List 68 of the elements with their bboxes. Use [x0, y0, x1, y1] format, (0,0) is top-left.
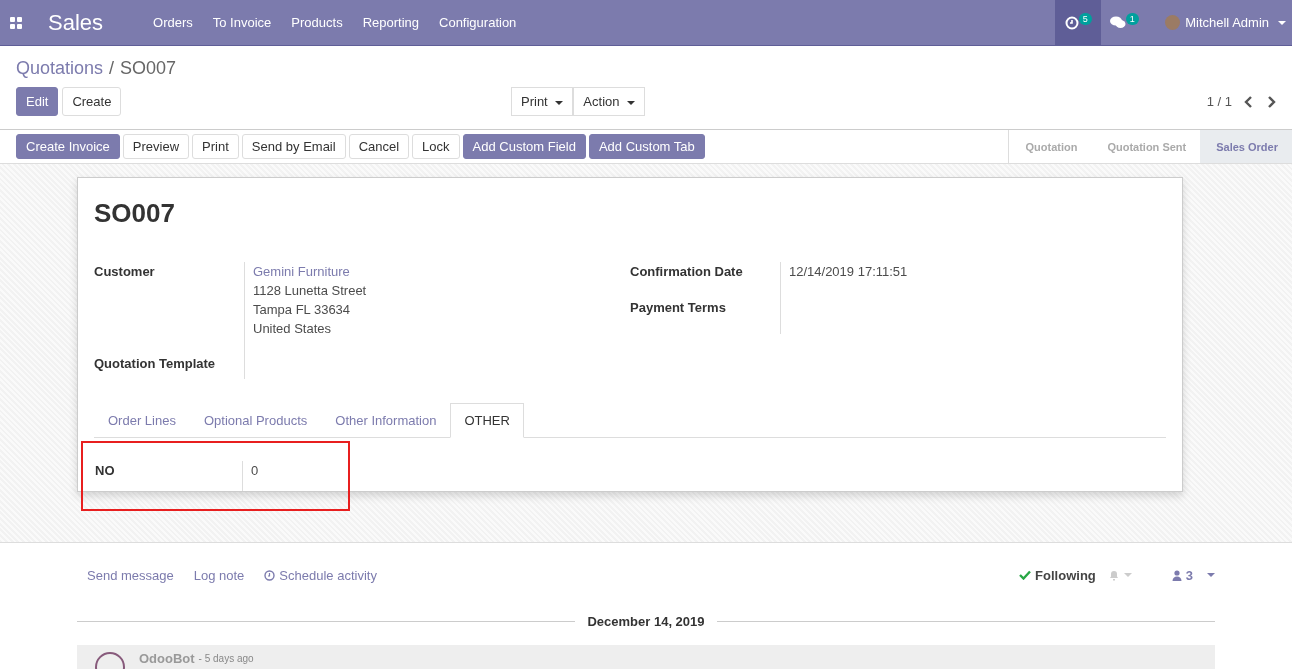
header-button[interactable]: Send by Email	[241, 134, 346, 159]
date-separator: December 14, 2019	[587, 614, 705, 629]
check-icon	[1019, 570, 1032, 580]
clock-icon	[264, 569, 276, 581]
field-label: Customer	[94, 263, 156, 281]
followers-button[interactable]: 3	[1171, 567, 1193, 583]
person-icon	[1171, 569, 1182, 581]
message-author: OdooBot	[139, 652, 195, 666]
breadcrumb-separator: /	[109, 58, 115, 78]
menu-item[interactable]: Configuration	[429, 15, 527, 30]
header-button[interactable]: Lock	[412, 134, 460, 159]
breadcrumb-link[interactable]: Quotations	[16, 58, 104, 78]
field-value: 0	[251, 463, 259, 478]
control-button[interactable]: Create	[62, 87, 122, 116]
field-label: Quotation Template	[94, 355, 217, 373]
caret-icon	[627, 100, 636, 105]
status-stage[interactable]: Quotation Sent	[1091, 130, 1201, 163]
notebook-tab[interactable]: Optional Products	[189, 403, 322, 438]
next-icon[interactable]	[1266, 95, 1276, 108]
menu-item[interactable]: Reporting	[352, 15, 429, 30]
menu-item[interactable]: Orders	[143, 15, 203, 30]
activity-button[interactable]: 5	[1055, 0, 1102, 45]
clock-icon	[1064, 15, 1079, 30]
notebook-tab[interactable]: Other Information	[321, 403, 451, 438]
notebook-tab[interactable]: Order Lines	[94, 403, 190, 438]
caret-icon	[1207, 573, 1215, 577]
breadcrumb-current: SO007	[120, 58, 177, 78]
caret-icon	[1278, 20, 1286, 25]
status-stage[interactable]: Quotation	[1009, 130, 1092, 163]
user-menu[interactable]: Mitchell Admin	[1147, 15, 1292, 30]
field-label: Payment Terms	[630, 299, 727, 317]
caret-icon	[555, 100, 564, 105]
record-title: SO007	[94, 198, 176, 228]
app-title: Sales	[48, 9, 104, 36]
avatar-icon	[1165, 15, 1181, 30]
address-line: Tampa FL 33634	[253, 301, 352, 319]
menu-item[interactable]: Products	[281, 15, 353, 30]
address-line: United States	[253, 320, 333, 338]
dropdown-button[interactable]: Action	[573, 87, 646, 116]
address-line: 1128 Lunetta Street	[253, 282, 367, 300]
header-button[interactable]: Add Custom Field	[462, 134, 586, 159]
header-button[interactable]: Add Custom Tab	[588, 134, 705, 159]
apps-grid-icon[interactable]	[10, 16, 22, 29]
menu-item[interactable]: To Invoice	[202, 15, 282, 30]
control-button[interactable]: Edit	[16, 87, 59, 116]
caret-icon	[1123, 573, 1132, 577]
chatter-action[interactable]: Log note	[193, 567, 245, 583]
messages-button[interactable]: 1	[1101, 0, 1148, 45]
field-label: NO	[95, 462, 116, 480]
header-button[interactable]: Cancel	[348, 134, 410, 159]
field-label: Confirmation Date	[630, 263, 744, 281]
message-time: - 5 days ago	[198, 652, 254, 666]
customer-link[interactable]: Gemini Furniture	[253, 262, 367, 281]
notebook-tab[interactable]: OTHER	[450, 403, 524, 438]
chat-bubbles-icon	[1109, 16, 1126, 29]
header-button[interactable]: Print	[192, 134, 239, 159]
chatter-action[interactable]: Send message	[87, 567, 174, 583]
pager-counter: 1 / 1	[1206, 94, 1232, 109]
header-button[interactable]: Preview	[122, 134, 190, 159]
message-count-badge: 1	[1125, 12, 1139, 25]
header-button[interactable]: Create Invoice	[16, 134, 120, 159]
status-stage[interactable]: Sales Order	[1200, 130, 1292, 163]
chatter-action[interactable]: Schedule activity	[264, 567, 377, 583]
previous-icon[interactable]	[1244, 95, 1254, 108]
activity-count-badge: 5	[1078, 12, 1092, 25]
field-value: 12/14/2019 17:11:51	[789, 263, 908, 281]
dropdown-button[interactable]: Print	[511, 87, 574, 116]
following-button[interactable]: Following	[1019, 567, 1096, 583]
